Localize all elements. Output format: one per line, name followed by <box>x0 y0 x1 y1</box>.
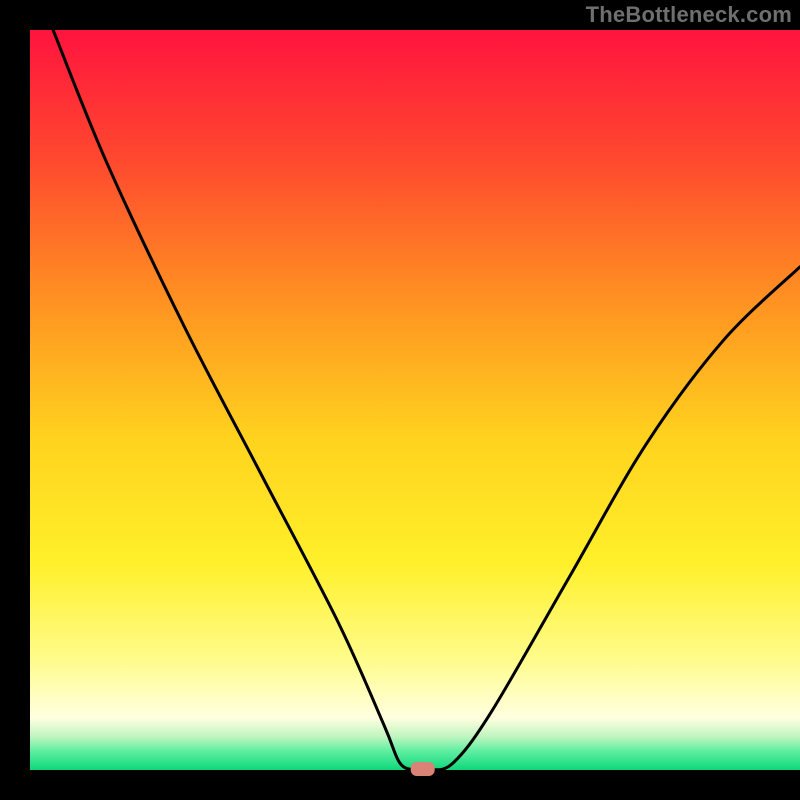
chart-svg <box>0 0 800 800</box>
watermark-text: TheBottleneck.com <box>586 2 792 28</box>
min-marker <box>411 762 435 776</box>
chart-stage: TheBottleneck.com <box>0 0 800 800</box>
plot-area <box>30 30 800 770</box>
